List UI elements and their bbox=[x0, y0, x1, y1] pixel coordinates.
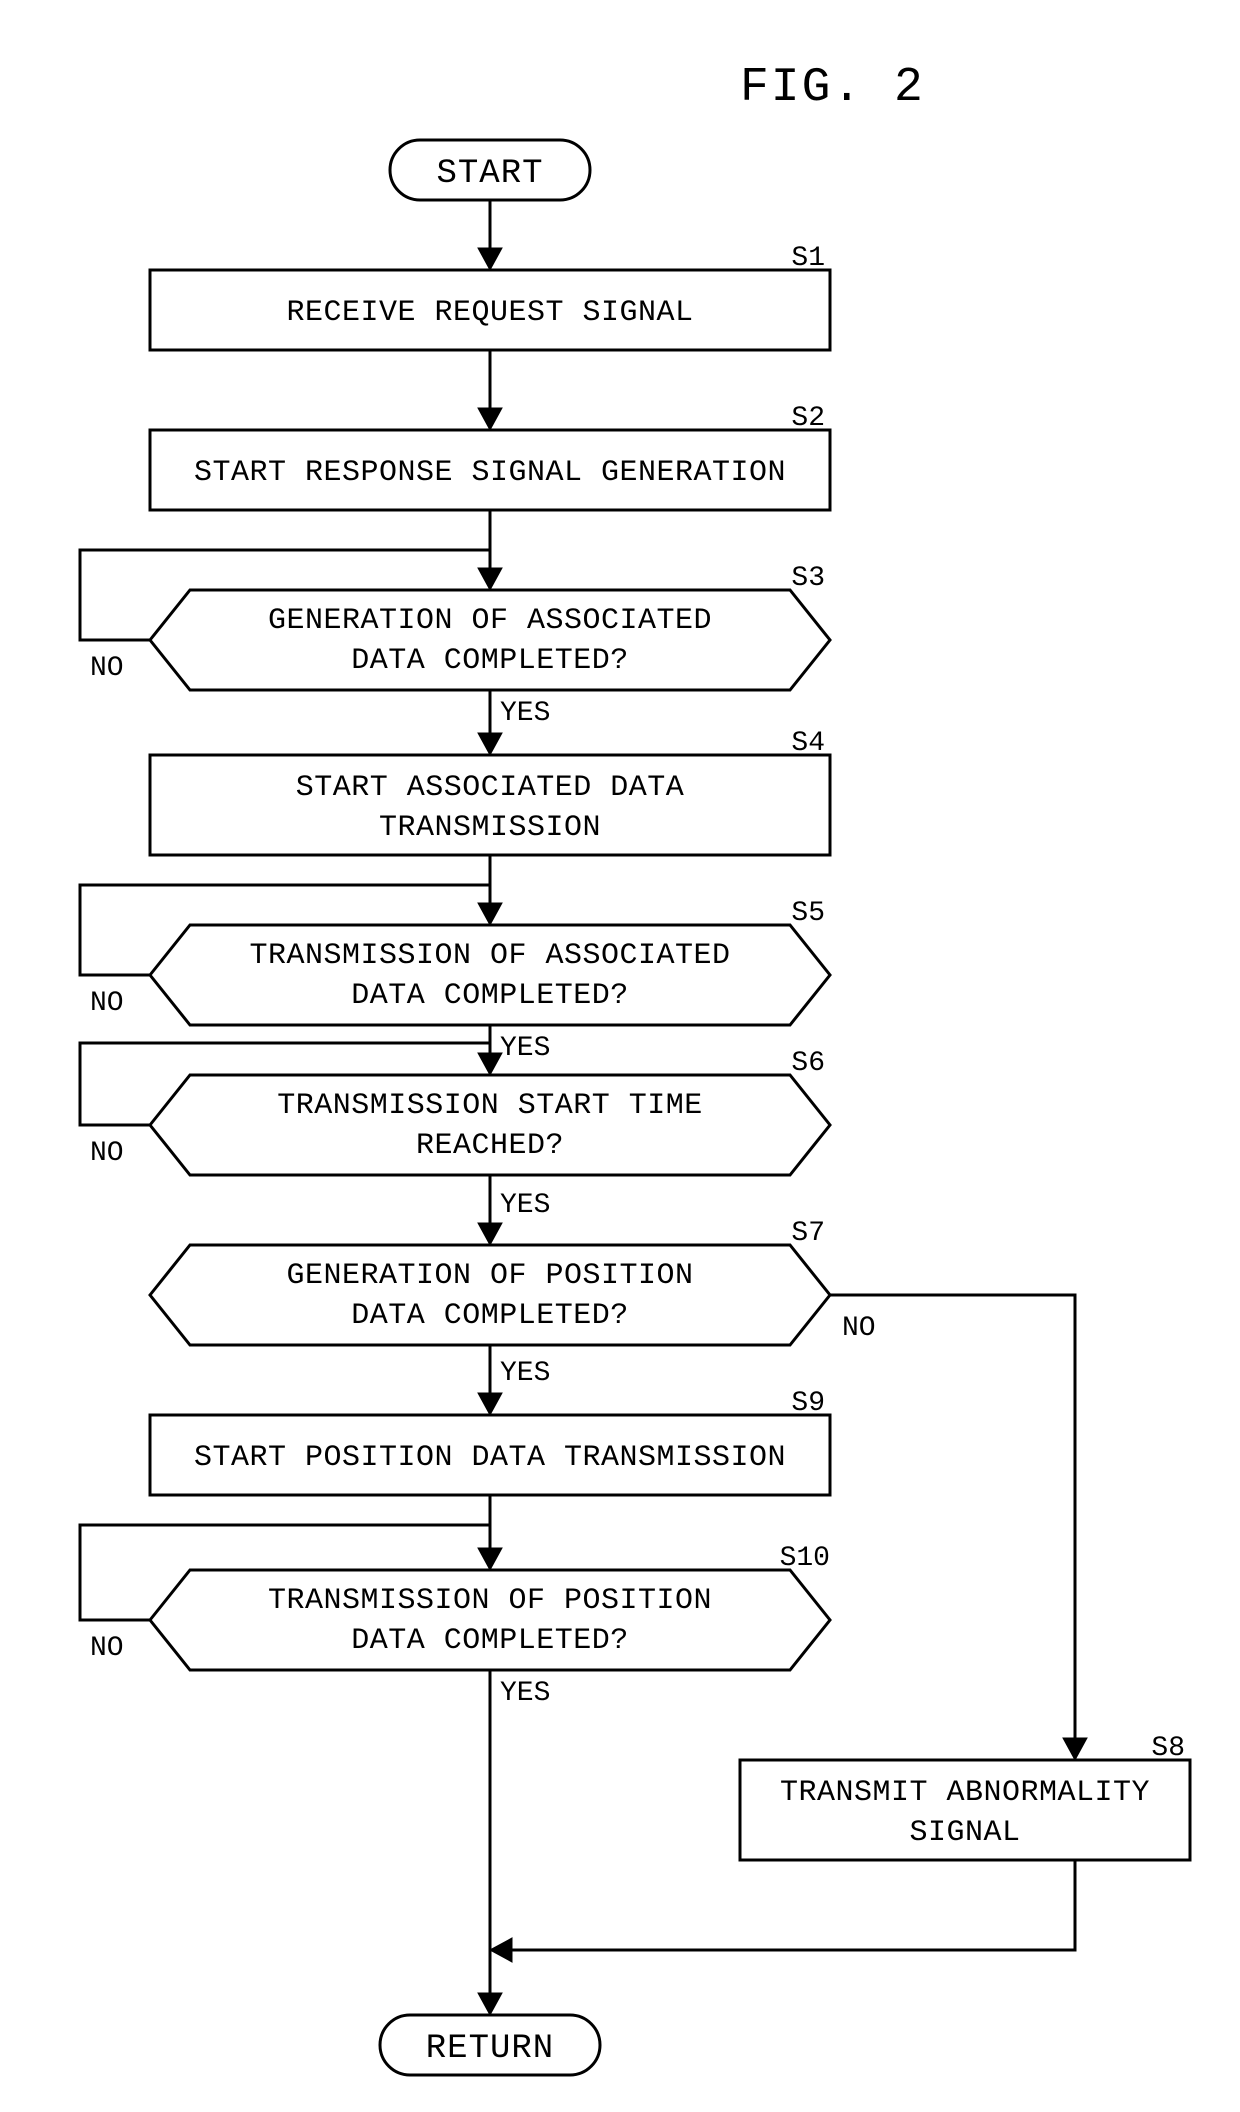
s10-label: S10 bbox=[780, 1543, 830, 1574]
no-label: NO bbox=[90, 1633, 124, 1664]
s7-text1: GENERATION OF POSITION bbox=[286, 1259, 693, 1293]
s9-text: START POSITION DATA TRANSMISSION bbox=[194, 1441, 786, 1475]
arrowhead-icon bbox=[478, 1053, 502, 1075]
arrowhead-icon bbox=[478, 733, 502, 755]
flowchart: FIG. 2 START RECEIVE REQUEST SIGNAL S1 S… bbox=[0, 0, 1240, 2112]
yes-label: YES bbox=[500, 698, 550, 729]
s5-label: S5 bbox=[791, 898, 825, 929]
s5-text2: DATA COMPLETED? bbox=[351, 979, 629, 1013]
node-return: RETURN bbox=[380, 2015, 600, 2075]
s2-text: START RESPONSE SIGNAL GENERATION bbox=[194, 456, 786, 490]
s5-text1: TRANSMISSION OF ASSOCIATED bbox=[249, 939, 730, 973]
s6-text1: TRANSMISSION START TIME bbox=[277, 1089, 703, 1123]
no-label: NO bbox=[90, 653, 124, 684]
s8-text2: SIGNAL bbox=[909, 1816, 1020, 1850]
arrowhead-icon bbox=[478, 248, 502, 270]
s8-text1: TRANSMIT ABNORMALITY bbox=[780, 1776, 1150, 1810]
s10-text1: TRANSMISSION OF POSITION bbox=[268, 1584, 712, 1618]
edge-merge bbox=[490, 1860, 1075, 1950]
arrowhead-icon bbox=[478, 1548, 502, 1570]
yes-label: YES bbox=[500, 1033, 550, 1064]
edge-right bbox=[830, 1295, 1075, 1745]
arrowhead-icon bbox=[1063, 1738, 1087, 1760]
s9-label: S9 bbox=[791, 1388, 825, 1419]
arrowhead-icon bbox=[478, 903, 502, 925]
s6-text2: REACHED? bbox=[416, 1129, 564, 1163]
arrowhead-icon bbox=[478, 1223, 502, 1245]
yes-label: YES bbox=[500, 1678, 550, 1709]
start-text: START bbox=[436, 155, 543, 193]
s6-label: S6 bbox=[791, 1048, 825, 1079]
s3-text1: GENERATION OF ASSOCIATED bbox=[268, 604, 712, 638]
s10-text2: DATA COMPLETED? bbox=[351, 1624, 629, 1658]
s1-text: RECEIVE REQUEST SIGNAL bbox=[286, 296, 693, 330]
s1-label: S1 bbox=[791, 243, 825, 274]
s4-text2: TRANSMISSION bbox=[379, 811, 601, 845]
s2-label: S2 bbox=[791, 403, 825, 434]
arrowhead-icon bbox=[490, 1938, 512, 1962]
arrowhead-icon bbox=[478, 568, 502, 590]
no-label: NO bbox=[842, 1313, 876, 1344]
node-s8: TRANSMIT ABNORMALITY SIGNAL S8 bbox=[740, 1733, 1190, 1860]
arrowhead-icon bbox=[478, 1993, 502, 2015]
node-start: START bbox=[390, 140, 590, 200]
s7-label: S7 bbox=[791, 1218, 825, 1249]
arrowhead-icon bbox=[478, 408, 502, 430]
s8-label: S8 bbox=[1151, 1733, 1185, 1764]
no-label: NO bbox=[90, 988, 124, 1019]
s3-text2: DATA COMPLETED? bbox=[351, 644, 629, 678]
yes-label: YES bbox=[500, 1358, 550, 1389]
s7-text2: DATA COMPLETED? bbox=[351, 1299, 629, 1333]
return-text: RETURN bbox=[426, 2030, 554, 2068]
s3-label: S3 bbox=[791, 563, 825, 594]
arrowhead-icon bbox=[478, 1393, 502, 1415]
no-label: NO bbox=[90, 1138, 124, 1169]
figure-title: FIG. 2 bbox=[740, 61, 925, 115]
s4-label: S4 bbox=[791, 728, 825, 759]
s4-text1: START ASSOCIATED DATA bbox=[296, 771, 685, 805]
yes-label: YES bbox=[500, 1190, 550, 1221]
